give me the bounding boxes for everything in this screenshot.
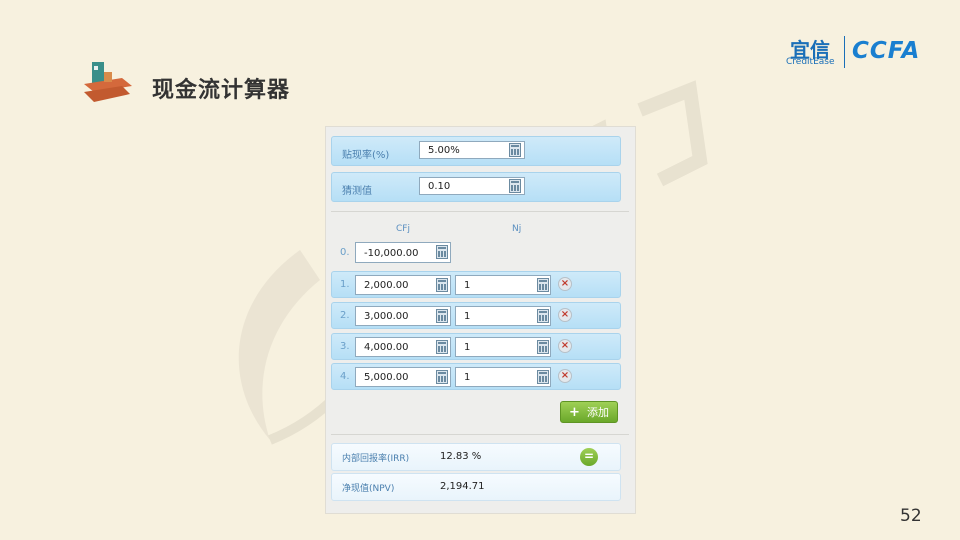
calculator-icon[interactable]: [436, 340, 448, 354]
add-row-button[interactable]: + 添加: [560, 401, 618, 423]
remove-row-icon[interactable]: ×: [558, 277, 572, 291]
calculator-icon[interactable]: [509, 143, 521, 157]
column-header-nj: Nj: [512, 224, 522, 234]
calculator-icon[interactable]: [436, 245, 448, 259]
brand-divider: [844, 36, 845, 68]
calculator-icon[interactable]: [436, 278, 448, 292]
section-divider: [331, 434, 629, 435]
irr-result-row: 内部回报率(IRR) 12.83 % =: [331, 443, 621, 471]
row-index: 3.: [340, 341, 350, 352]
calculator-icon[interactable]: [537, 370, 549, 384]
add-row-label: 添加: [587, 406, 609, 419]
row-index: 1.: [340, 279, 350, 290]
npv-value: 2,194.71: [440, 481, 485, 492]
cashflow-calculator-panel: 贴现率(%) 5.00% 猜测值 0.10 CFj Nj 0. -10,000.…: [325, 126, 636, 514]
irr-label: 内部回报率(IRR): [342, 454, 410, 464]
row-index: 4.: [340, 371, 350, 382]
calculator-icon[interactable]: [436, 309, 448, 323]
folder-stack-icon: [84, 62, 132, 102]
calculator-icon[interactable]: [537, 340, 549, 354]
remove-row-icon[interactable]: ×: [558, 369, 572, 383]
calculator-icon[interactable]: [509, 179, 521, 193]
cashflow-row: 1. 2,000.00 1 ×: [331, 271, 621, 298]
page-title: 现金流计算器: [152, 78, 291, 103]
brand-logo: 宜信 CreditEase CCFA: [784, 34, 934, 70]
calculate-icon[interactable]: =: [580, 448, 598, 466]
plus-icon: +: [569, 405, 580, 420]
calculator-icon[interactable]: [436, 370, 448, 384]
remove-row-icon[interactable]: ×: [558, 339, 572, 353]
cashflow-row: 2. 3,000.00 1 ×: [331, 302, 621, 329]
guess-row: 猜测值 0.10: [331, 172, 621, 202]
brand-name-en: CreditEase: [786, 57, 835, 67]
calculator-icon[interactable]: [537, 309, 549, 323]
page-number: 52: [900, 506, 922, 526]
section-divider: [331, 211, 629, 212]
row-index: 0.: [340, 247, 350, 258]
npv-label: 净现值(NPV): [342, 484, 395, 494]
row-index: 2.: [340, 310, 350, 321]
remove-row-icon[interactable]: ×: [558, 308, 572, 322]
guess-label: 猜测值: [342, 186, 372, 197]
discount-rate-label: 贴现率(%): [342, 150, 390, 161]
cashflow-row: 4. 5,000.00 1 ×: [331, 363, 621, 390]
irr-value: 12.83 %: [440, 451, 482, 462]
calculator-icon[interactable]: [537, 278, 549, 292]
cashflow-row: 3. 4,000.00 1 ×: [331, 333, 621, 360]
partner-logo: CCFA: [852, 38, 921, 64]
discount-rate-row: 贴现率(%) 5.00%: [331, 136, 621, 166]
npv-result-row: 净现值(NPV) 2,194.71: [331, 473, 621, 501]
column-header-cfj: CFj: [396, 224, 410, 234]
